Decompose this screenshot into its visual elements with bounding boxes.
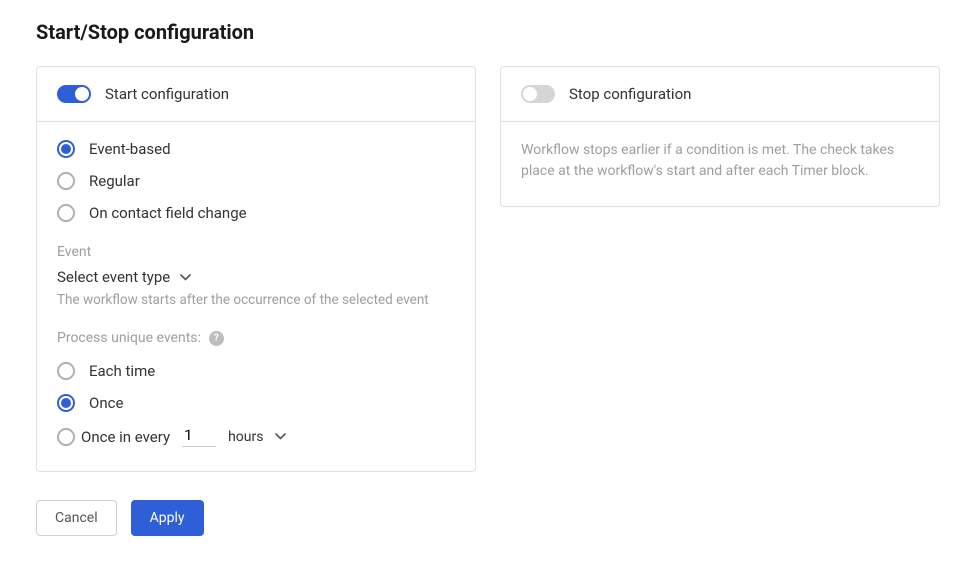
trigger-option-field-change[interactable]: On contact field change	[57, 204, 455, 222]
trigger-radio-group: Event-based Regular On contact field cha…	[57, 140, 455, 222]
process-unique-header: Process unique events: ?	[57, 330, 455, 346]
process-unique-label: Process unique events:	[57, 330, 201, 346]
start-panel-title: Start configuration	[105, 85, 229, 103]
trigger-option-event-based[interactable]: Event-based	[57, 140, 455, 158]
process-unique-radio-group: Each time Once Once in every hours	[57, 362, 455, 447]
interval-unit-label: hours	[228, 429, 263, 445]
start-config-toggle[interactable]	[57, 85, 91, 103]
process-option-once-in-every[interactable]: Once in every hours	[57, 426, 455, 447]
process-option-once[interactable]: Once	[57, 394, 455, 412]
interval-value-input[interactable]	[182, 426, 216, 447]
stop-panel-title: Stop configuration	[569, 85, 691, 103]
chevron-down-icon	[275, 433, 286, 440]
radio-icon	[57, 172, 75, 190]
interval-unit-select[interactable]: hours	[228, 429, 286, 445]
event-field-label: Event	[57, 244, 455, 260]
stop-config-toggle[interactable]	[521, 85, 555, 103]
trigger-option-regular[interactable]: Regular	[57, 172, 455, 190]
radio-icon	[57, 394, 75, 412]
radio-icon	[57, 428, 75, 446]
radio-label: Regular	[89, 172, 140, 190]
cancel-button[interactable]: Cancel	[36, 500, 117, 536]
stop-panel-description: Workflow stops earlier if a condition is…	[521, 142, 894, 179]
stop-config-panel: Stop configuration Workflow stops earlie…	[500, 66, 940, 207]
apply-button[interactable]: Apply	[131, 500, 204, 536]
radio-icon	[57, 204, 75, 222]
page-title: Start/Stop configuration	[36, 20, 917, 44]
stop-panel-body: Workflow stops earlier if a condition is…	[501, 122, 939, 206]
radio-label: Once	[89, 394, 123, 412]
panels-container: Start configuration Event-based Regular …	[36, 66, 917, 472]
start-panel-header: Start configuration	[37, 67, 475, 122]
footer-actions: Cancel Apply	[36, 500, 917, 536]
radio-label: Once in every	[81, 428, 170, 446]
event-select-value: Select event type	[57, 268, 170, 286]
start-config-panel: Start configuration Event-based Regular …	[36, 66, 476, 472]
help-icon[interactable]: ?	[209, 331, 224, 346]
start-panel-body: Event-based Regular On contact field cha…	[37, 122, 475, 471]
radio-icon	[57, 140, 75, 158]
process-option-each-time[interactable]: Each time	[57, 362, 455, 380]
chevron-down-icon	[180, 274, 191, 281]
event-helper-text: The workflow starts after the occurrence…	[57, 292, 455, 308]
radio-label: Each time	[89, 362, 155, 380]
radio-label: On contact field change	[89, 204, 247, 222]
radio-label: Event-based	[89, 140, 171, 158]
radio-icon	[57, 362, 75, 380]
stop-panel-header: Stop configuration	[501, 67, 939, 122]
event-type-select[interactable]: Select event type	[57, 268, 455, 286]
